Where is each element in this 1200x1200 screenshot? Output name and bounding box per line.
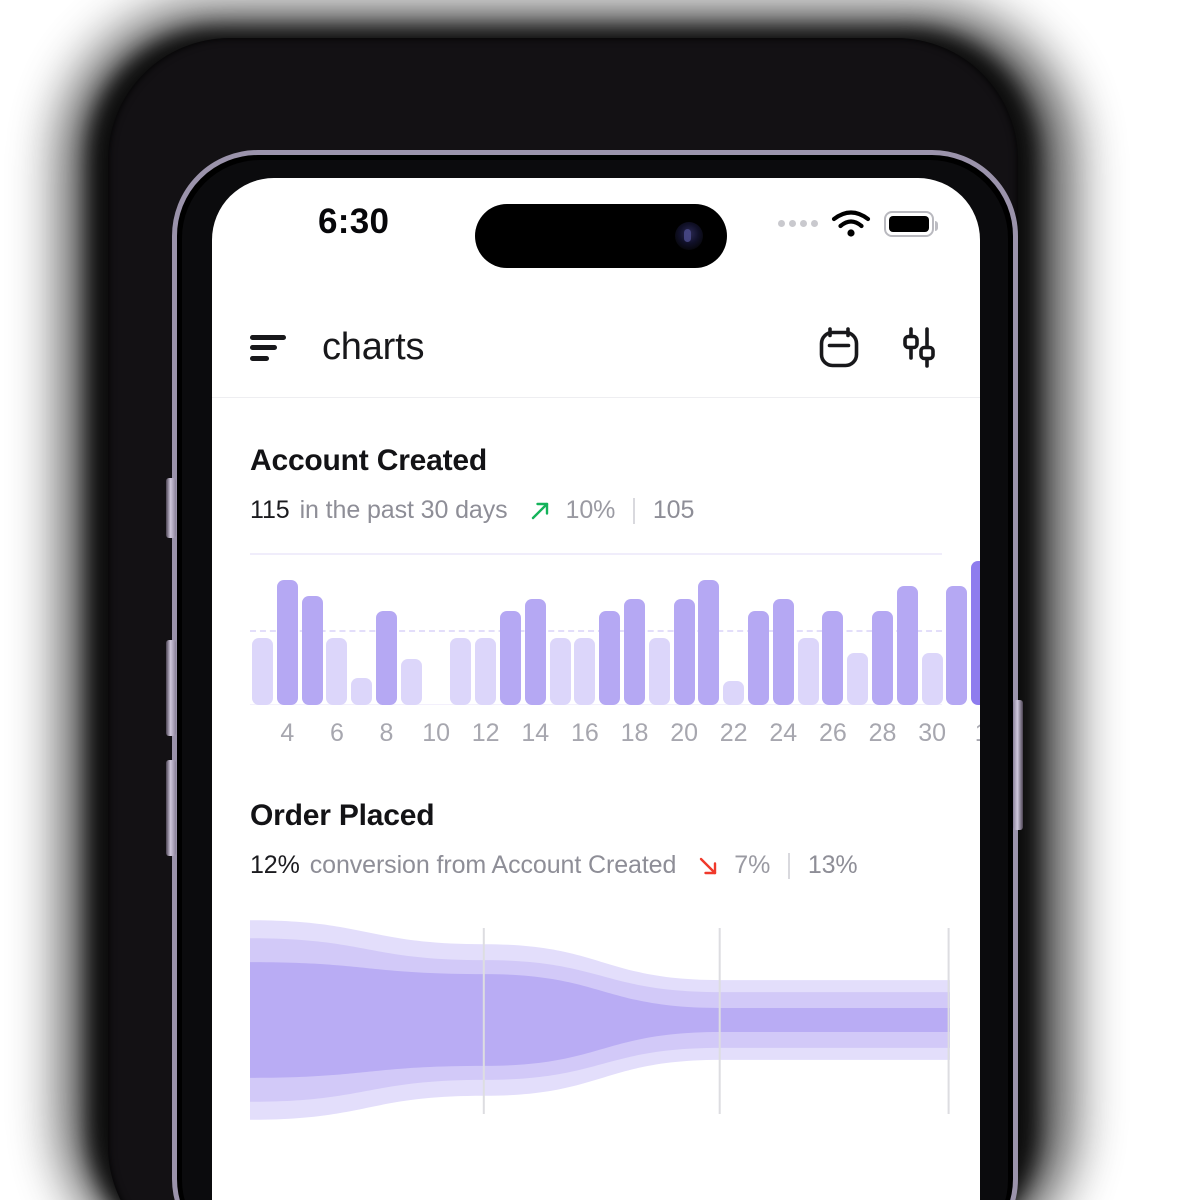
card-subtitle: 115 in the past 30 days 10% 105 <box>250 496 942 525</box>
hamburger-menu-icon[interactable] <box>250 334 286 361</box>
funnel-chart[interactable] <box>250 916 950 1126</box>
bar-column[interactable] <box>698 580 720 705</box>
card-account-created[interactable]: Account Created 115 in the past 30 days … <box>250 444 980 753</box>
card-value: 12% <box>250 851 300 879</box>
subtitle-divider <box>788 852 790 879</box>
calendar-icon[interactable] <box>816 325 862 371</box>
bar-column[interactable] <box>847 653 869 705</box>
x-axis-tick-label: 28 <box>868 719 897 747</box>
bar-column[interactable] <box>648 638 670 705</box>
subtitle-divider <box>633 497 635 524</box>
x-axis-tick-label: 24 <box>769 719 798 747</box>
trend-percentage: 7% <box>734 851 771 879</box>
status-bar: 6:30 <box>212 178 980 274</box>
funnel-svg <box>250 920 950 1120</box>
bar-column[interactable] <box>946 586 968 705</box>
page-title: charts <box>322 326 425 368</box>
bar-column[interactable] <box>921 653 943 705</box>
bar-column[interactable] <box>971 560 980 705</box>
bar-column[interactable] <box>797 638 819 705</box>
bar-column[interactable] <box>475 638 497 705</box>
card-value: 115 <box>250 496 290 524</box>
card-subtitle: 12% conversion from Account Created 7% 1… <box>250 851 942 880</box>
bar-column[interactable] <box>599 610 621 705</box>
card-order-placed[interactable]: Order Placed 12% conversion from Account… <box>250 799 950 1126</box>
bar-column[interactable] <box>872 610 893 705</box>
arrow-up-right-icon <box>531 502 548 519</box>
bar-chart[interactable] <box>250 553 980 705</box>
trend-percentage: 10% <box>565 496 616 524</box>
header-actions <box>816 325 942 371</box>
bar-column[interactable] <box>450 638 472 705</box>
bar-column[interactable] <box>376 610 397 705</box>
bar-column[interactable] <box>748 610 769 705</box>
trend-indicator-down: 7% <box>696 851 770 880</box>
x-axis-tick-label: 20 <box>670 719 698 747</box>
x-axis-tick-label: 4 <box>280 719 295 747</box>
x-axis-tick-label: 22 <box>719 719 748 747</box>
bar-column[interactable] <box>276 580 298 705</box>
card-description: in the past 30 days <box>299 496 508 524</box>
bar-column[interactable] <box>822 610 844 705</box>
sliders-filter-icon[interactable] <box>896 325 942 371</box>
x-axis-tick-label: 6 <box>329 719 344 747</box>
x-axis-tick-label: 8 <box>379 719 394 747</box>
bar-chart-x-axis: 468101214161820222426283013 <box>250 719 980 753</box>
x-axis-tick-label: 16 <box>570 719 599 747</box>
bar-column[interactable] <box>673 598 695 705</box>
dynamic-island <box>475 204 727 268</box>
bar-column[interactable] <box>500 610 521 705</box>
screenshot-root: 6:30 charts Account Created 115 in the p… <box>0 0 1200 1200</box>
x-axis-tick-label: 30 <box>918 719 946 747</box>
bar-series <box>250 553 980 705</box>
x-axis-tick-label: 10 <box>422 719 450 747</box>
previous-value: 105 <box>652 496 695 524</box>
app-header: charts <box>212 298 980 398</box>
x-axis-tick-label: 26 <box>818 719 847 747</box>
signal-dots-icon <box>778 219 818 227</box>
x-axis-tick-label: 1 <box>975 719 980 748</box>
bar-column[interactable] <box>351 677 373 705</box>
bar-column[interactable] <box>301 595 323 705</box>
bar-column[interactable] <box>772 598 794 705</box>
previous-value: 13% <box>807 851 858 879</box>
bar-column[interactable] <box>549 638 571 705</box>
bar-column[interactable] <box>574 638 596 705</box>
bar-column[interactable] <box>896 586 918 705</box>
status-bar-clock: 6:30 <box>318 202 390 241</box>
volume-up-button[interactable] <box>166 640 176 736</box>
card-title: Order Placed <box>250 799 435 832</box>
x-axis-tick-label: 18 <box>620 719 649 747</box>
content-scroll-area[interactable]: Account Created 115 in the past 30 days … <box>212 398 980 1200</box>
volume-down-button[interactable] <box>166 760 176 856</box>
bar-column[interactable] <box>400 659 422 705</box>
wifi-icon <box>831 210 871 237</box>
bar-column[interactable] <box>723 680 745 705</box>
bar-column[interactable] <box>624 598 645 705</box>
x-axis-tick-label: 14 <box>521 719 550 747</box>
mute-switch-button[interactable] <box>166 478 176 538</box>
trend-indicator-up: 10% <box>528 496 616 525</box>
phone-screen: 6:30 charts Account Created 115 in the p… <box>212 178 980 1200</box>
x-axis-tick-label: 12 <box>471 719 500 747</box>
bar-column[interactable] <box>326 638 348 705</box>
bar-column[interactable] <box>524 598 546 705</box>
battery-full-icon <box>884 211 939 237</box>
front-camera-icon <box>675 222 703 250</box>
bar-column[interactable] <box>252 638 273 705</box>
status-bar-indicators <box>778 204 939 244</box>
card-description: conversion from Account Created <box>309 851 677 879</box>
power-button[interactable] <box>1013 700 1023 830</box>
card-title: Account Created <box>250 444 488 477</box>
arrow-down-right-icon <box>700 857 717 874</box>
